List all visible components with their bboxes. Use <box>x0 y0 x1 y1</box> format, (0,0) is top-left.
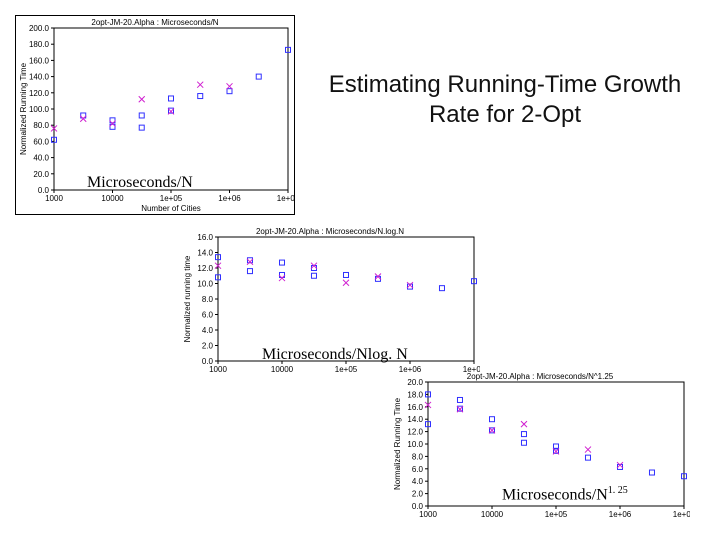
svg-text:10000: 10000 <box>481 510 504 519</box>
svg-text:140.0: 140.0 <box>29 73 50 82</box>
svg-text:1e+05: 1e+05 <box>160 194 183 203</box>
chart1-svg: 2opt-JM-20.Alpha : Microseconds/N0.020.0… <box>16 16 294 214</box>
svg-text:10000: 10000 <box>271 365 294 374</box>
svg-text:160.0: 160.0 <box>29 56 50 65</box>
slide-title: Estimating Running-Time Growth Rate for … <box>320 70 690 130</box>
svg-text:1000: 1000 <box>45 194 63 203</box>
svg-text:16.0: 16.0 <box>407 403 423 412</box>
svg-text:1e+06: 1e+06 <box>218 194 241 203</box>
svg-text:18.0: 18.0 <box>407 390 423 399</box>
svg-text:1000: 1000 <box>209 365 227 374</box>
svg-text:2.0: 2.0 <box>202 342 214 351</box>
svg-text:8.0: 8.0 <box>412 452 424 461</box>
svg-text:Normalized running time: Normalized running time <box>183 255 192 342</box>
svg-text:60.0: 60.0 <box>33 137 49 146</box>
svg-text:120.0: 120.0 <box>29 89 50 98</box>
svg-text:Number of Cities: Number of Cities <box>141 204 201 213</box>
svg-text:Normalized Running Time: Normalized Running Time <box>393 397 402 490</box>
svg-text:1e+07: 1e+07 <box>277 194 294 203</box>
svg-text:1e+07: 1e+07 <box>673 510 690 519</box>
chart-top-left: 2opt-JM-20.Alpha : Microseconds/N0.020.0… <box>15 15 295 215</box>
svg-text:1e+06: 1e+06 <box>609 510 632 519</box>
svg-text:2opt-JM-20.Alpha : Microsecond: 2opt-JM-20.Alpha : Microseconds/N^1.25 <box>467 372 614 381</box>
svg-text:2opt-JM-20.Alpha : Microsecond: 2opt-JM-20.Alpha : Microseconds/N <box>91 18 218 27</box>
svg-text:1e+05: 1e+05 <box>335 365 358 374</box>
svg-text:4.0: 4.0 <box>202 326 214 335</box>
svg-text:14.0: 14.0 <box>407 415 423 424</box>
svg-text:16.0: 16.0 <box>197 233 213 242</box>
svg-text:14.0: 14.0 <box>197 249 213 258</box>
svg-text:8.0: 8.0 <box>202 295 214 304</box>
slide-stage: Estimating Running-Time Growth Rate for … <box>0 0 720 540</box>
svg-text:10.0: 10.0 <box>407 440 423 449</box>
chart2-svg: 2opt-JM-20.Alpha : Microseconds/N.log.N0… <box>180 225 480 385</box>
svg-text:10.0: 10.0 <box>197 280 213 289</box>
svg-text:12.0: 12.0 <box>407 428 423 437</box>
svg-text:180.0: 180.0 <box>29 40 50 49</box>
svg-text:6.0: 6.0 <box>202 311 214 320</box>
chart-bottom-right: 2opt-JM-20.Alpha : Microseconds/N^1.250.… <box>390 370 690 530</box>
svg-text:2opt-JM-20.Alpha : Microsecond: 2opt-JM-20.Alpha : Microseconds/N.log.N <box>256 227 404 236</box>
chart3-svg: 2opt-JM-20.Alpha : Microseconds/N^1.250.… <box>390 370 690 530</box>
svg-text:100.0: 100.0 <box>29 105 50 114</box>
svg-text:12.0: 12.0 <box>197 264 213 273</box>
svg-text:Normalized Running Time: Normalized Running Time <box>19 62 28 155</box>
svg-text:1e+05: 1e+05 <box>545 510 568 519</box>
svg-text:2.0: 2.0 <box>412 490 424 499</box>
svg-text:6.0: 6.0 <box>412 465 424 474</box>
chart-middle: 2opt-JM-20.Alpha : Microseconds/N.log.N0… <box>180 225 480 385</box>
svg-text:40.0: 40.0 <box>33 154 49 163</box>
svg-text:20.0: 20.0 <box>33 170 49 179</box>
svg-text:4.0: 4.0 <box>412 477 424 486</box>
svg-text:200.0: 200.0 <box>29 24 50 33</box>
svg-text:80.0: 80.0 <box>33 121 49 130</box>
svg-text:1000: 1000 <box>419 510 437 519</box>
svg-text:20.0: 20.0 <box>407 378 423 387</box>
svg-text:10000: 10000 <box>101 194 124 203</box>
